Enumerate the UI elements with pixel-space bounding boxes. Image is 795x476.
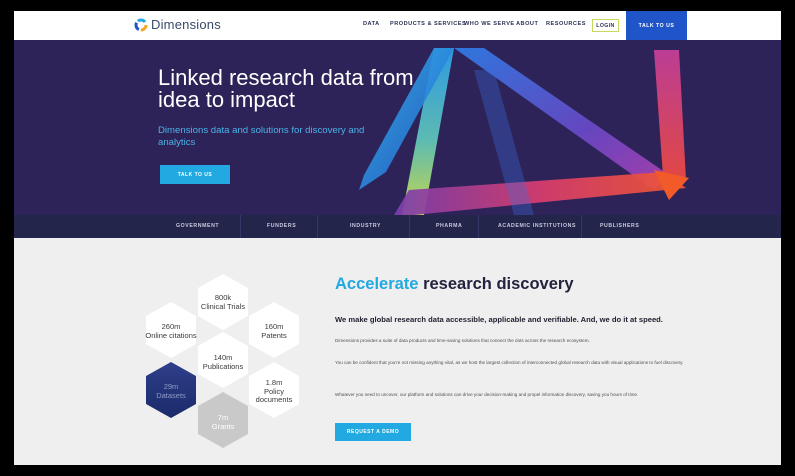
hero-title: Linked research data from idea to impact — [158, 65, 414, 112]
browser-viewport: Dimensions DATA PRODUCTS & SERVICES WHO … — [14, 11, 781, 465]
nav-who-we-serve[interactable]: WHO WE SERVE — [464, 21, 515, 27]
nav-products-services[interactable]: PRODUCTS & SERVICES — [390, 21, 466, 27]
section-heading: Accelerate research discovery — [335, 275, 755, 294]
stat-patents: 160m Patents — [239, 322, 309, 340]
audience-funders[interactable]: FUNDERS — [267, 223, 296, 229]
login-button[interactable]: LOGIN — [592, 19, 619, 32]
hexagon-shapes — [146, 274, 299, 448]
section-lead: We make global research data accessible,… — [335, 315, 663, 324]
section-paragraph-2: You can be confident that you're not mis… — [335, 360, 684, 365]
heading-rest: research discovery — [418, 275, 574, 293]
audience-government[interactable]: GOVERNMENT — [176, 223, 219, 229]
stat-grants: 7m Grants — [188, 413, 258, 431]
stat-policy-documents: 1.8m Policy documents — [239, 378, 309, 405]
nav-data[interactable]: DATA — [363, 21, 380, 27]
hero-banner: Linked research data from idea to impact… — [14, 40, 781, 215]
stat-online-citations: 260m Online citations — [136, 322, 206, 340]
audience-publishers[interactable]: PUBLISHERS — [600, 223, 639, 229]
accelerate-section: Accelerate research discovery We make gl… — [335, 275, 755, 441]
section-paragraph-1: Dimensions provides a suite of data prod… — [335, 338, 590, 343]
stat-label: Publications — [202, 361, 244, 371]
stat-label: Clinical Trials — [200, 301, 246, 311]
logo-text: Dimensions — [151, 17, 221, 32]
audience-divider — [478, 215, 479, 238]
audience-industry[interactable]: INDUSTRY — [350, 223, 381, 229]
nav-about[interactable]: ABOUT — [516, 21, 538, 27]
stat-datasets: 29m Datasets — [136, 382, 206, 400]
audience-divider — [581, 215, 582, 238]
talk-to-us-hero-button[interactable]: TALK TO US — [160, 165, 230, 184]
heading-accent: Accelerate — [335, 275, 419, 293]
dimensions-logo[interactable]: Dimensions — [134, 17, 221, 32]
stats-hexagon-cluster: 800k Clinical Trials 260m Online citatio… — [14, 238, 344, 465]
request-demo-button[interactable]: REQUEST A DEMO — [335, 423, 411, 441]
stat-publications: 140m Publications — [188, 353, 258, 371]
section-paragraph-3: Whatever you need to uncover, our platfo… — [335, 392, 639, 397]
audience-nav: GOVERNMENT FUNDERS INDUSTRY PHARMA ACADE… — [14, 215, 781, 238]
audience-divider — [409, 215, 410, 238]
stat-label: Datasets — [156, 390, 186, 400]
talk-to-us-header-button[interactable]: TALK TO US — [626, 11, 687, 40]
audience-academic-institutions[interactable]: ACADEMIC INSTITUTIONS — [498, 223, 576, 229]
stat-label: Online citations — [145, 330, 197, 340]
stat-clinical-trials: 800k Clinical Trials — [188, 293, 258, 311]
audience-pharma[interactable]: PHARMA — [436, 223, 462, 229]
stat-label: Grants — [211, 421, 235, 431]
audience-divider — [317, 215, 318, 238]
audience-divider — [240, 215, 241, 238]
nav-resources[interactable]: RESOURCES — [546, 21, 586, 27]
hero-subtitle: Dimensions data and solutions for discov… — [158, 125, 365, 148]
stat-label: Patents — [261, 330, 287, 340]
dimensions-logo-icon — [134, 18, 148, 31]
stat-label: Policy documents — [255, 386, 293, 404]
site-header: Dimensions DATA PRODUCTS & SERVICES WHO … — [14, 11, 781, 40]
